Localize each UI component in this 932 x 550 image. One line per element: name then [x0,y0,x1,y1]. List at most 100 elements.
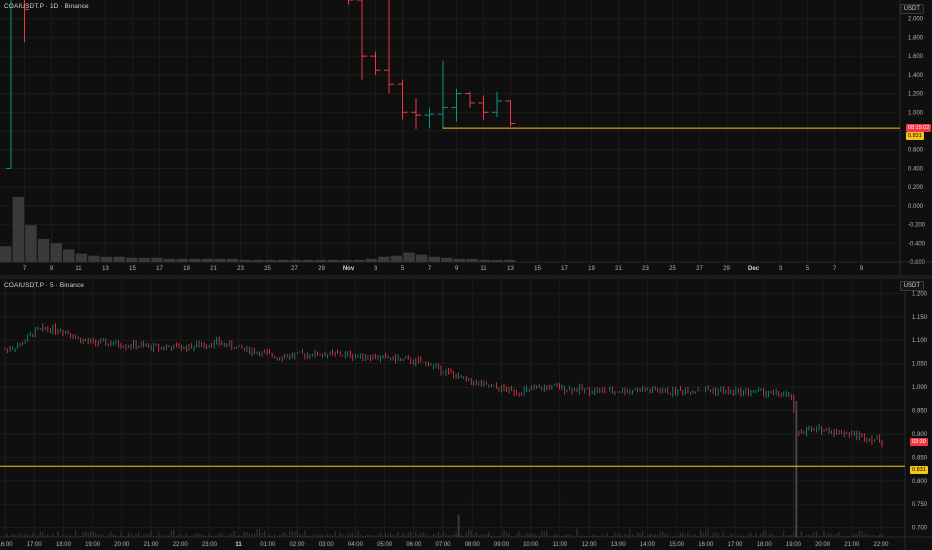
volume-bar [85,531,87,537]
volume-bar [175,535,177,537]
volume-bar [536,535,538,537]
volume-bar [213,535,215,537]
five-minute-chart-canvas[interactable]: 1.2001.1501.1001.0501.0000.9500.9000.850… [0,279,932,550]
volume-bar [504,259,516,262]
volume-bar [510,535,513,537]
volume-bar [311,534,314,537]
volume-bar [563,534,566,537]
time-axis-label: 06:00 [406,542,422,548]
five-minute-chart-pane[interactable]: 1.200 1.150 1.100 1.050 1.000 0.950 0.900 0.850… [0,279,932,550]
volume-bar [122,535,125,537]
volume-bar [475,531,477,537]
volume-bar [90,531,92,537]
volume-bar [760,532,762,537]
volume-bar [846,535,848,537]
volume-bar [284,532,286,537]
volume-bar [445,534,447,537]
volume-bar [591,534,593,537]
volume-bar [50,243,62,262]
volume-bar [692,534,694,537]
time-axis-label: 20:00 [815,542,831,548]
volume-bar [63,249,75,262]
time-axis-label: 18:00 [56,542,72,548]
time-axis-label: 11 [480,266,487,272]
time-axis-label: 19:00 [786,542,802,548]
volume-bar [239,259,251,262]
volume-bar [599,535,601,537]
time-axis-label: 08:00 [465,542,481,548]
time-axis-label: 17:00 [727,542,743,548]
volume-bar [508,532,510,537]
time-axis-label: 17:00 [27,542,43,548]
volume-bar [120,532,122,537]
volume-bar [825,534,828,537]
volume-bar [848,535,850,537]
price-axis-label: 0.750 [912,502,928,508]
volume-bar [294,531,296,537]
volume-bar [704,531,707,537]
currency-badge-top[interactable]: USDT [899,4,924,14]
volume-bar [863,534,865,537]
volume-bar [251,534,253,537]
volume-bar [420,532,422,537]
volume-bar [735,535,737,537]
volume-bar [127,533,130,537]
volume-bar [281,532,283,537]
volume-bar [596,535,598,537]
volume-bar [672,535,674,537]
volume-bar [357,530,359,537]
volume-bar [400,535,402,537]
volume-bar [813,532,815,537]
volume-bar [614,532,616,537]
time-axis-label: 3 [779,266,783,272]
volume-bar [316,535,319,537]
currency-badge-bottom[interactable]: USDT [899,281,924,291]
time-axis-label: 17 [156,266,163,272]
volume-bar [571,534,573,537]
time-axis-label: 9 [50,266,54,272]
volume-bar [190,535,193,537]
daily-chart-pane[interactable]: 2.0001.8001.6001.4001.2001.0000.8000.600… [0,0,932,275]
volume-bar [252,259,264,262]
volume-bar [687,532,689,537]
volume-bar [515,533,518,537]
time-axis-label: 16:00 [698,542,714,548]
daily-chart-canvas[interactable]: 2.0001.8001.6001.4001.2001.0000.8000.600… [0,0,932,275]
volume-bar [286,535,288,537]
volume-bar [873,535,876,537]
volume-bar [140,535,142,537]
volume-bar [742,535,744,537]
volume-bar [258,529,261,537]
volume-bar [531,533,533,537]
volume-bar [556,534,558,537]
volume-bar [405,535,407,537]
time-axis-label: 22:00 [173,542,189,548]
volume-bar [233,530,235,537]
volume-bar [410,531,412,537]
volume-bar [803,535,805,537]
price-axis-label: 1.800 [908,35,924,41]
last-price-label-top: 08:15:02 [906,124,932,132]
volume-bar [856,534,858,537]
volume-bar [465,532,467,537]
volume-bar [861,530,863,537]
volume-bar [505,532,508,537]
volume-bar [183,535,185,537]
volume-bar [566,534,568,537]
volume-bar [841,535,843,537]
volume-bar [195,533,198,537]
five-minute-chart-legend: COAIUSDT.P · 5 · Binance [4,282,84,289]
volume-bar [54,535,57,537]
volume-bar [364,535,366,537]
volume-bar [315,259,327,262]
volume-bar [483,534,485,537]
price-axis-label: 2.000 [908,17,924,23]
price-axis-label: 1.400 [908,73,924,79]
time-axis-label: 11 [75,266,82,272]
volume-bar [176,258,188,262]
volume-bar [601,533,603,537]
time-axis-label: 18:00 [757,542,773,548]
price-axis-label: 1.000 [908,110,924,116]
volume-bar [513,535,515,537]
volume-bar [453,258,466,262]
